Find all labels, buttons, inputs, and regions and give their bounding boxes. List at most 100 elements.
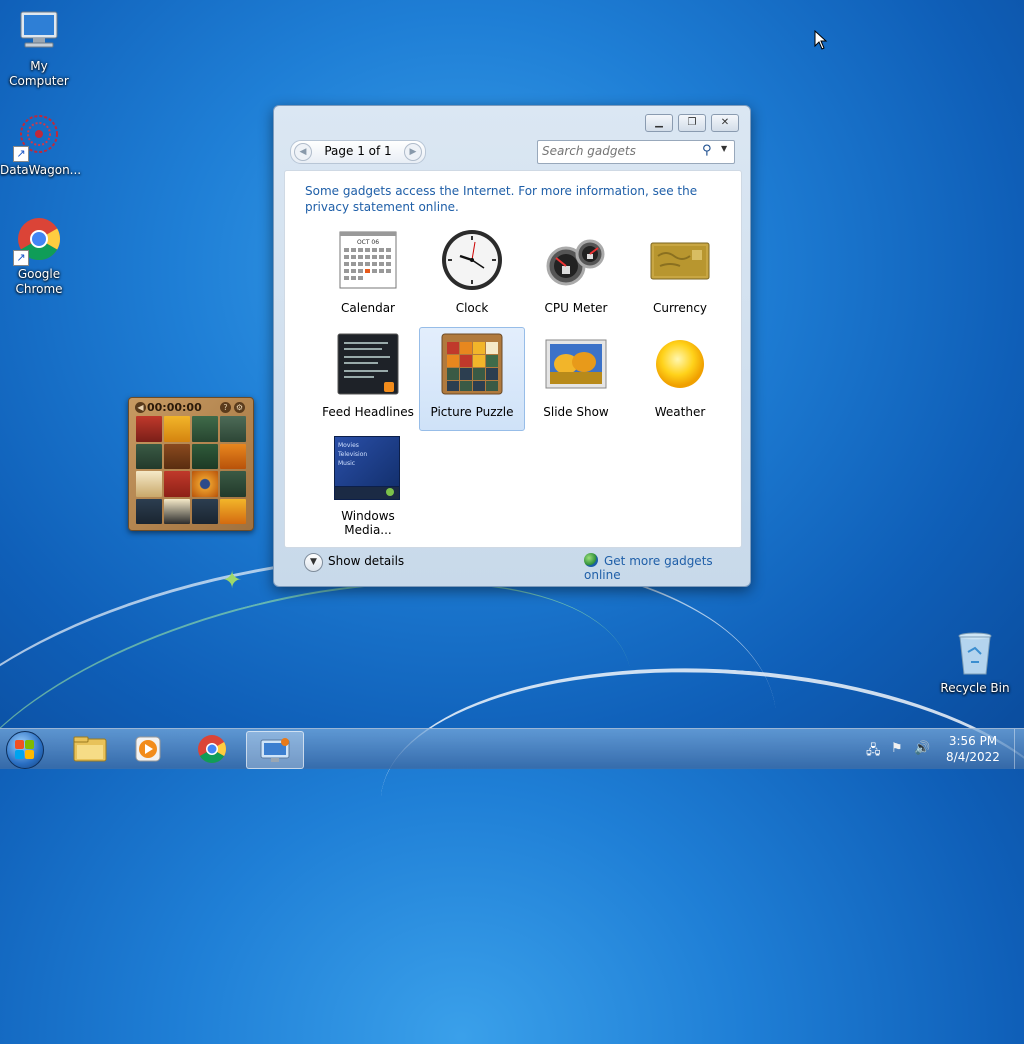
gadget-clock[interactable]: Clock bbox=[419, 223, 525, 327]
taskbar-gadgets-button[interactable] bbox=[246, 731, 304, 769]
gadget-label: Slide Show bbox=[543, 405, 609, 419]
shortcut-arrow-icon: ↗ bbox=[13, 250, 29, 266]
calendar-month: OCT 06 bbox=[357, 239, 379, 246]
volume-icon[interactable]: 🔊 bbox=[914, 741, 930, 756]
taskbar-explorer-button[interactable] bbox=[62, 731, 118, 767]
puzzle-tile[interactable] bbox=[164, 416, 190, 442]
taskbar-chrome-button[interactable] bbox=[184, 731, 240, 767]
puzzle-timer: 00:00:00 bbox=[147, 401, 202, 414]
search-input[interactable] bbox=[542, 143, 692, 159]
windows-media-icon: Movies Television Music bbox=[334, 436, 400, 500]
gadget-gallery-window[interactable]: ▁ ❐ ✕ ◀ Page 1 of 1 ▶ ⚲ ▼ Some gadgets a… bbox=[273, 105, 751, 587]
gadget-label: Weather bbox=[654, 405, 706, 419]
chevron-down-icon[interactable]: ▼ bbox=[721, 144, 727, 153]
gadgets-icon bbox=[260, 738, 290, 762]
picture-puzzle-gadget[interactable]: ◀ 00:00:00 ? ⚙ bbox=[128, 397, 254, 531]
desktop-icon-label: My Computer bbox=[9, 59, 69, 88]
folder-icon bbox=[73, 736, 107, 762]
media-menu-item: Movies bbox=[338, 442, 359, 449]
gadget-slide-show[interactable]: Slide Show bbox=[523, 327, 629, 431]
chrome-icon: ↗ bbox=[13, 216, 63, 266]
desktop-icon-datawagon[interactable]: ↗ DataWagon... bbox=[0, 112, 82, 178]
puzzle-tile[interactable] bbox=[136, 443, 162, 469]
wallpaper-leaf: ✦ bbox=[222, 566, 243, 594]
desktop-icon-label: Google Chrome bbox=[15, 267, 63, 296]
puzzle-tile[interactable] bbox=[136, 498, 162, 524]
clock-date: 8/4/2022 bbox=[946, 750, 1000, 764]
page-navigator: ◀ Page 1 of 1 ▶ bbox=[290, 140, 426, 164]
puzzle-settings-icon[interactable]: ⚙ bbox=[234, 402, 245, 413]
clock-icon bbox=[440, 228, 504, 292]
search-icon[interactable]: ⚲ bbox=[702, 143, 712, 158]
restore-button[interactable]: ❐ bbox=[678, 114, 706, 132]
show-details-button[interactable]: Show details bbox=[328, 554, 404, 568]
minimize-button[interactable]: ▁ bbox=[645, 114, 673, 132]
puzzle-tile[interactable] bbox=[220, 471, 246, 497]
gadget-picture-puzzle[interactable]: Picture Puzzle bbox=[419, 327, 525, 431]
gadget-feed-headlines[interactable]: Feed Headlines bbox=[315, 327, 421, 431]
chevron-down-icon[interactable]: ▼ bbox=[304, 553, 323, 572]
gadget-calendar[interactable]: OCT 06 Calendar bbox=[315, 223, 421, 327]
gadget-label: Picture Puzzle bbox=[430, 405, 514, 419]
gadget-list: Some gadgets access the Internet. For mo… bbox=[284, 170, 742, 548]
start-button[interactable] bbox=[6, 731, 44, 769]
puzzle-tile[interactable] bbox=[192, 416, 218, 442]
gallery-footer: ▼ Show details Get more gadgets online bbox=[284, 550, 740, 582]
gadget-label: Currency bbox=[652, 301, 708, 315]
shortcut-arrow-icon: ↗ bbox=[13, 146, 29, 162]
media-player-icon bbox=[135, 736, 161, 762]
puzzle-tile[interactable] bbox=[136, 471, 162, 497]
computer-icon bbox=[15, 8, 63, 56]
windows-logo-icon bbox=[15, 740, 24, 749]
puzzle-tile[interactable] bbox=[220, 498, 246, 524]
gadget-currency[interactable]: Currency bbox=[627, 223, 733, 327]
next-page-button[interactable]: ▶ bbox=[404, 143, 422, 161]
get-more-gadgets-link[interactable]: Get more gadgets online bbox=[584, 553, 740, 582]
puzzle-tile[interactable] bbox=[164, 443, 190, 469]
puzzle-tile[interactable] bbox=[164, 471, 190, 497]
puzzle-tile[interactable] bbox=[192, 471, 218, 497]
gadget-label: Clock bbox=[455, 301, 489, 315]
puzzle-tile[interactable] bbox=[192, 498, 218, 524]
currency-icon bbox=[648, 228, 712, 292]
media-menu-item: Music bbox=[338, 460, 356, 467]
taskbar: 🖧 ⚑ 🔊 3:56 PM 8/4/2022 bbox=[0, 728, 1024, 769]
puzzle-grid[interactable] bbox=[136, 416, 246, 524]
action-center-flag-icon[interactable]: ⚑ bbox=[891, 741, 903, 756]
gadget-cpu-meter[interactable]: CPU Meter bbox=[523, 223, 629, 327]
desktop-icon-recycle-bin[interactable]: Recycle Bin bbox=[936, 630, 1014, 696]
clock-time: 3:56 PM bbox=[948, 734, 998, 748]
desktop-icon-google-chrome[interactable]: ↗ Google Chrome bbox=[0, 216, 78, 297]
gadget-label: Windows Media... bbox=[341, 509, 395, 537]
system-clock[interactable]: 3:56 PM 8/4/2022 bbox=[940, 733, 1006, 765]
feed-headlines-icon bbox=[336, 332, 400, 396]
show-desktop-button[interactable] bbox=[1014, 729, 1024, 769]
puzzle-help-icon[interactable]: ? bbox=[220, 402, 231, 413]
cpu-meter-icon bbox=[544, 228, 608, 292]
network-icon[interactable]: 🖧 bbox=[866, 741, 881, 763]
calendar-icon: OCT 06 bbox=[336, 228, 400, 292]
puzzle-tile[interactable] bbox=[220, 443, 246, 469]
search-box[interactable]: ⚲ ▼ bbox=[537, 140, 735, 164]
desktop-icon-my-computer[interactable]: My Computer bbox=[0, 8, 78, 89]
puzzle-back-icon[interactable]: ◀ bbox=[135, 402, 146, 413]
privacy-notice-link[interactable]: Some gadgets access the Internet. For mo… bbox=[305, 183, 725, 215]
desktop-icon-label: Recycle Bin bbox=[940, 681, 1010, 695]
gadget-windows-media[interactable]: Movies Television Music Windows Media... bbox=[315, 431, 421, 537]
mouse-cursor-icon bbox=[814, 30, 828, 50]
get-more-label: Get more gadgets online bbox=[584, 554, 713, 582]
puzzle-tile[interactable] bbox=[164, 498, 190, 524]
gadget-weather[interactable]: Weather bbox=[627, 327, 733, 431]
taskbar-media-player-button[interactable] bbox=[120, 731, 176, 767]
puzzle-tile[interactable] bbox=[136, 416, 162, 442]
close-button[interactable]: ✕ bbox=[711, 114, 739, 132]
picture-puzzle-icon bbox=[440, 332, 504, 396]
recycle-bin-icon bbox=[951, 630, 999, 678]
weather-icon bbox=[648, 332, 712, 396]
puzzle-tile[interactable] bbox=[192, 443, 218, 469]
desktop-icon-label: DataWagon... bbox=[0, 163, 82, 177]
puzzle-tile[interactable] bbox=[220, 416, 246, 442]
previous-page-button[interactable]: ◀ bbox=[294, 143, 312, 161]
media-menu-item: Television bbox=[338, 451, 368, 458]
globe-icon bbox=[584, 553, 598, 567]
